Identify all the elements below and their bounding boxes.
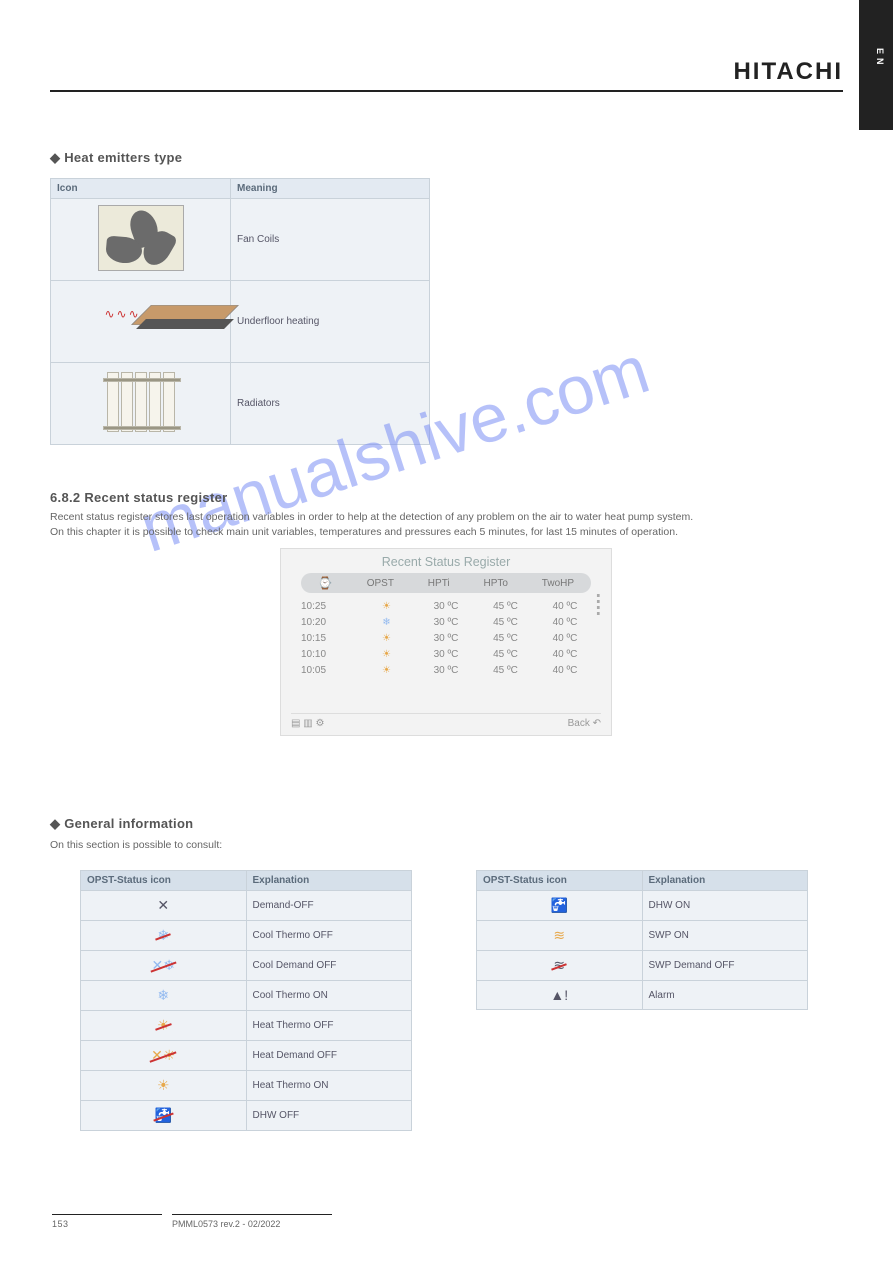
sun-icon: ☀ [157,1077,170,1094]
icon-cell [51,363,231,445]
brand-logo: HITACHI [733,58,843,86]
register-rows: 10:25☀30 ºC45 ºC40 ºC 10:20❄30 ºC45 ºC40… [281,599,611,679]
header-rule [50,90,843,92]
table-row: Fan Coils [51,199,430,281]
table-row: 10:10☀30 ºC45 ºC40 ºC [301,647,591,663]
icon-cell [51,199,231,281]
table-row: ≋SWP Demand OFF [477,951,808,981]
table-row: 10:15☀30 ºC45 ºC40 ºC [301,631,591,647]
clock-icon: ⌚ [318,576,333,590]
page-number: 153 [52,1214,162,1229]
side-tab: EN [859,0,893,130]
opst-table-2: OPST-Status iconExplanation 🚰DHW ON ≋SWP… [476,870,808,1010]
col-hpto: HPTo [484,578,508,589]
table-row: ∿∿∿ Underfloor heating [51,281,430,363]
x-sun-icon: ✕☀ [151,1047,175,1064]
table-row: ✕❄Cool Demand OFF [81,951,412,981]
section-general-info-title: ◆ General information [50,816,193,832]
table-row: 🚰DHW ON [477,891,808,921]
footer-icons: ▤ ▥ ⚙ [291,718,324,729]
table-row: 10:05☀30 ºC45 ºC40 ºC [301,663,591,679]
table-row: 10:20❄30 ºC45 ºC40 ºC [301,615,591,631]
table-row: ✕☀Heat Demand OFF [81,1041,412,1071]
snowflake-icon: ❄ [157,987,169,1004]
scroll-dots: ···· [594,591,603,615]
heat-emitters-table: Icon Meaning Fan Coils ∿∿∿ Underfloor he… [50,178,430,445]
lang-tag: EN [875,48,885,69]
table-row: ❄Cool Thermo OFF [81,921,412,951]
table-row: ❄Cool Thermo ON [81,981,412,1011]
table-row: Radiators [51,363,430,445]
table-row: ✕Demand-OFF [81,891,412,921]
table-row: 🚰DHW OFF [81,1101,412,1131]
col-icon: Icon [51,179,231,199]
snowflake-strike-icon: ❄ [157,927,169,944]
col-twohp: TwoHP [542,578,574,589]
table-row: ▲!Alarm [477,981,808,1010]
fan-icon [98,205,184,271]
recent-status-register-panel: Recent Status Register ⌚ OPST HPTi HPTo … [280,548,612,736]
table-row: ☀Heat Thermo ON [81,1071,412,1101]
section-heat-emitters-title: ◆ Heat emitters type [50,150,182,166]
tap-icon: 🚰 [551,897,568,914]
icon-cell: ∿∿∿ [51,281,231,363]
section-general-info-body: On this section is possible to consult: [50,838,222,853]
tap-strike-icon: 🚰 [155,1107,172,1124]
table-row: 10:25☀30 ºC45 ºC40 ºC [301,599,591,615]
x-icon: ✕ [157,897,169,914]
register-title: Recent Status Register [281,549,611,573]
x-snowflake-icon: ✕❄ [152,957,175,974]
wave-icon: ≋ [553,927,565,944]
col-meaning: Meaning [231,179,430,199]
col-opst: OPST [367,578,394,589]
sun-strike-icon: ☀ [157,1017,170,1034]
table-row: ≋SWP ON [477,921,808,951]
warning-icon: ▲! [550,987,568,1003]
underfloor-icon: ∿∿∿ [97,295,185,345]
radiator-icon [102,372,180,436]
col-hpti: HPTi [428,578,450,589]
opst-table-1: OPST-Status iconExplanation ✕Demand-OFF … [80,870,412,1131]
page-footer: 153 PMML0573 rev.2 - 02/2022 [52,1214,841,1229]
doc-code: PMML0573 rev.2 - 02/2022 [172,1214,332,1229]
register-columns: ⌚ OPST HPTi HPTo TwoHP [301,573,591,593]
back-button[interactable]: Back ↶ [568,718,601,729]
meaning-cell: Underfloor heating [231,281,430,363]
meaning-cell: Radiators [231,363,430,445]
meaning-cell: Fan Coils [231,199,430,281]
table-row: ☀Heat Thermo OFF [81,1011,412,1041]
section-recent-status-title: 6.8.2 Recent status register [50,490,227,505]
section-recent-status-body: Recent status register stores last opera… [50,510,840,539]
wave-strike-icon: ≋ [553,957,565,974]
